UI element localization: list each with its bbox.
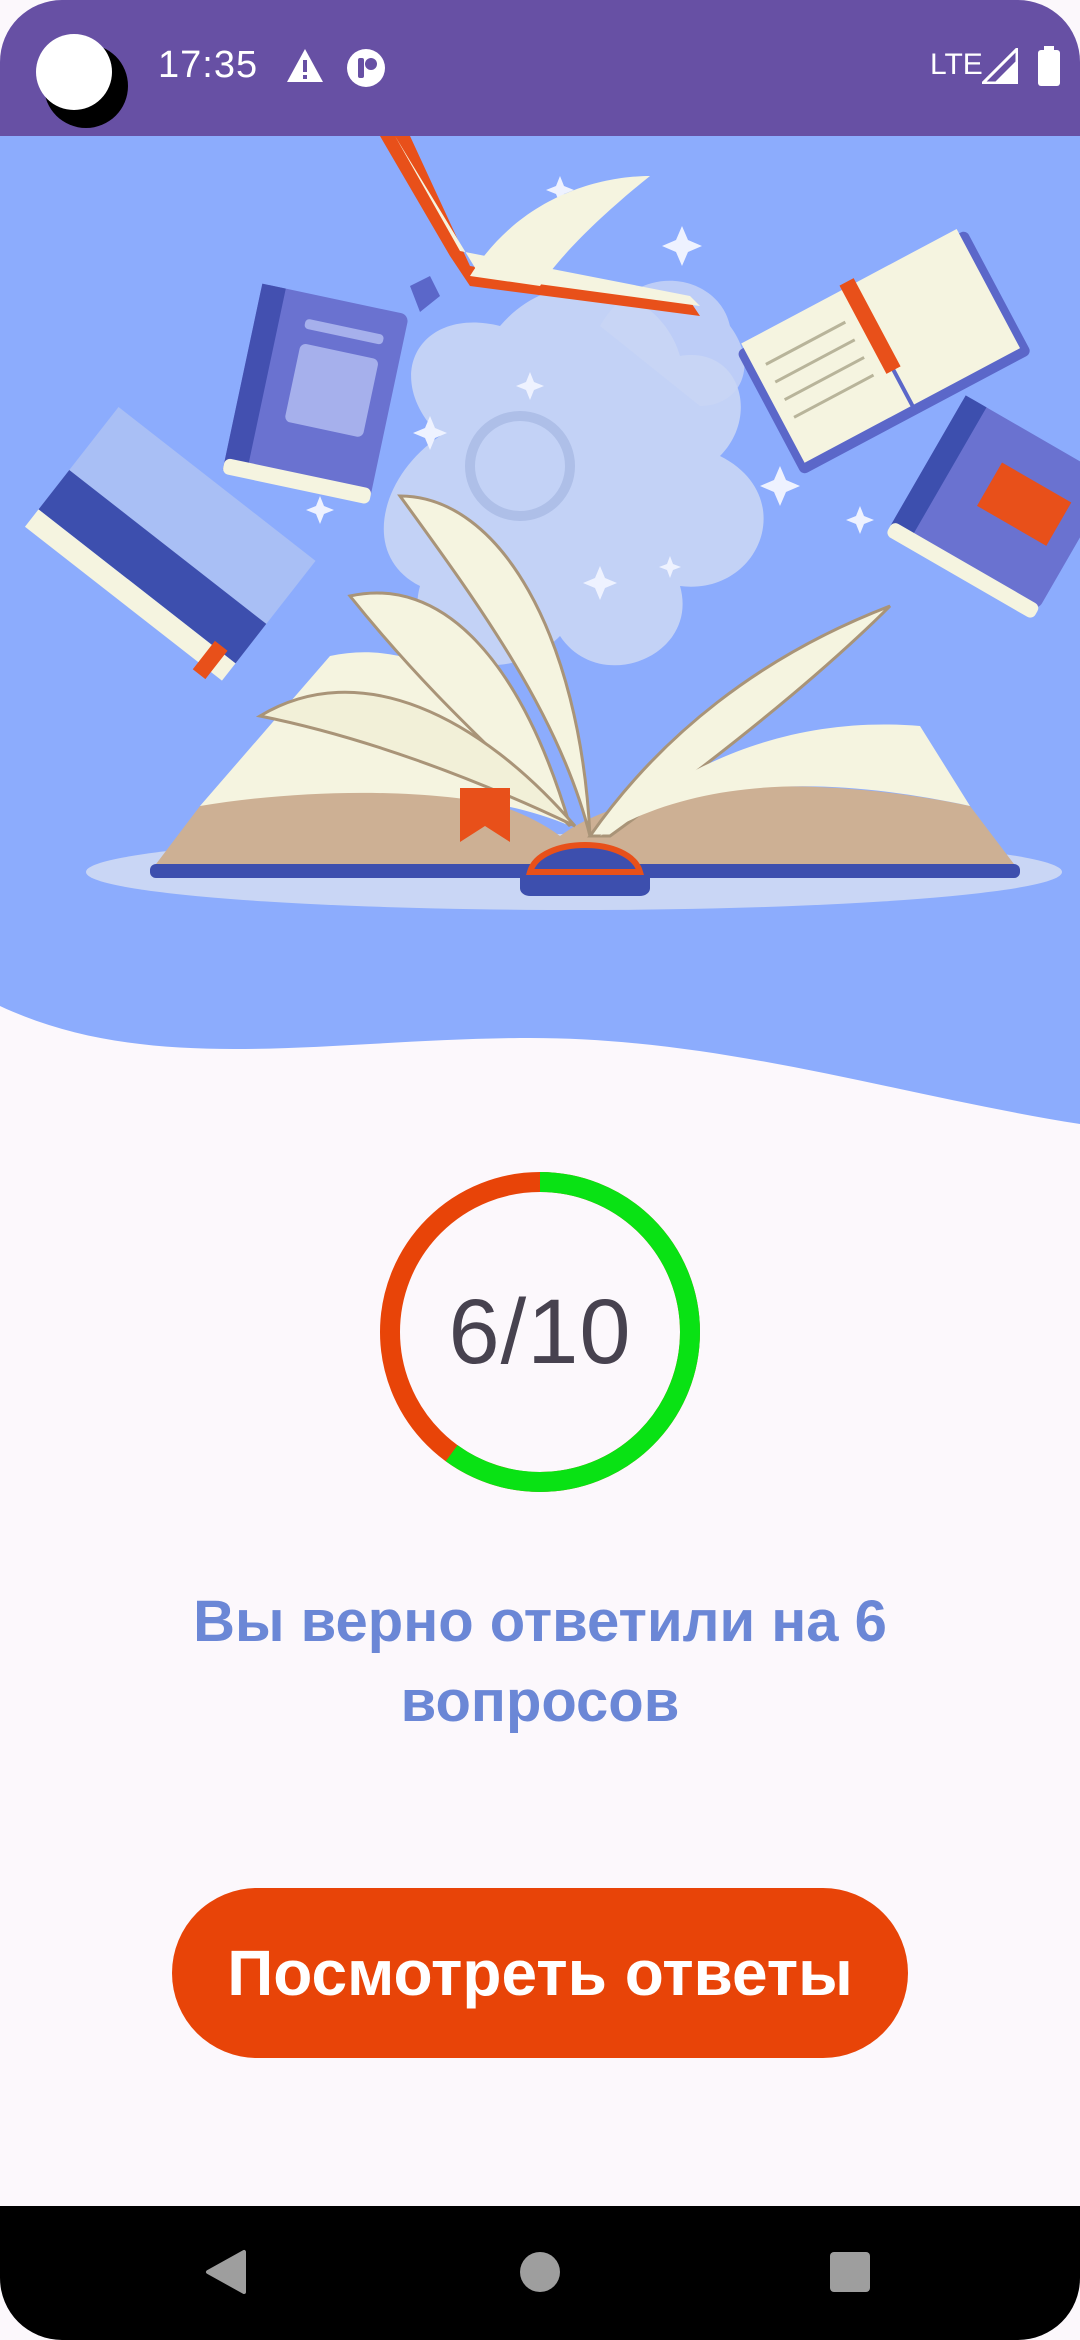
- status-bar: 17:35 LTE: [0, 0, 1080, 136]
- signal-icon: [982, 48, 1018, 84]
- home-icon[interactable]: [510, 2242, 570, 2302]
- battery-icon: [1038, 46, 1060, 86]
- alert-icon: [287, 49, 323, 82]
- back-icon[interactable]: [196, 2242, 256, 2302]
- recents-icon[interactable]: [820, 2242, 880, 2302]
- status-time: 17:35: [158, 44, 259, 86]
- network-type: LTE: [930, 48, 983, 81]
- camera-cutout-icon: [36, 34, 128, 128]
- result-message: Вы верно ответили на 6 вопросов: [193, 1589, 887, 1734]
- books-illustration: [0, 136, 1080, 1124]
- app-notification-icon: [347, 49, 385, 87]
- view-answers-button[interactable]: Посмотреть ответы: [172, 1888, 908, 2058]
- score-text: 6/10: [448, 1280, 632, 1383]
- navigation-bar: [0, 2206, 1080, 2340]
